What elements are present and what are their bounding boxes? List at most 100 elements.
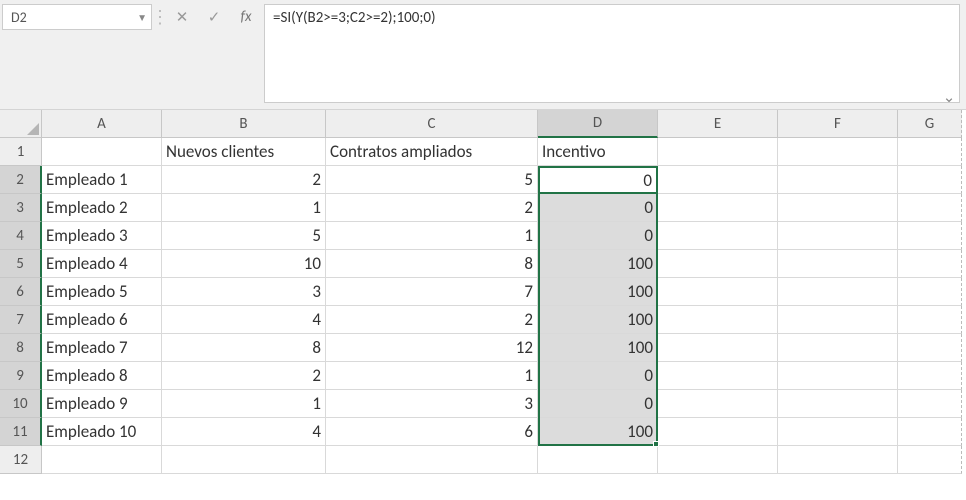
cell-B10[interactable]: 1 — [162, 390, 326, 418]
cell-E11[interactable] — [658, 418, 778, 446]
cell-A2[interactable]: Empleado 1 — [42, 166, 162, 194]
cell-A12[interactable] — [42, 446, 162, 474]
cell-F11[interactable] — [778, 418, 898, 446]
cell-E2[interactable] — [658, 166, 778, 194]
cell-G3[interactable] — [898, 194, 962, 222]
cell-B3[interactable]: 1 — [162, 194, 326, 222]
insert-function-icon[interactable]: fx — [230, 4, 262, 30]
cell-D10[interactable]: 0 — [538, 390, 658, 418]
col-header-F[interactable]: F — [778, 110, 898, 138]
col-header-A[interactable]: A — [42, 110, 162, 138]
cell-B5[interactable]: 10 — [162, 250, 326, 278]
cell-D3[interactable]: 0 — [538, 194, 658, 222]
header-cell-D[interactable]: Incentivo — [538, 138, 658, 166]
cell-B11[interactable]: 4 — [162, 418, 326, 446]
col-header-B[interactable]: B — [162, 110, 326, 138]
cell-G7[interactable] — [898, 306, 962, 334]
cell-G5[interactable] — [898, 250, 962, 278]
row-header-7[interactable]: 7 — [0, 306, 42, 334]
row-header-3[interactable]: 3 — [0, 194, 42, 222]
cell-E7[interactable] — [658, 306, 778, 334]
cell-C8[interactable]: 12 — [326, 334, 538, 362]
cell-F4[interactable] — [778, 222, 898, 250]
cell-D9[interactable]: 0 — [538, 362, 658, 390]
cell-A10[interactable]: Empleado 9 — [42, 390, 162, 418]
cell-F5[interactable] — [778, 250, 898, 278]
cell-D11[interactable]: 100 — [538, 418, 658, 446]
cell-F6[interactable] — [778, 278, 898, 306]
cell-F10[interactable] — [778, 390, 898, 418]
cell-D12[interactable] — [538, 446, 658, 474]
cell-B6[interactable]: 3 — [162, 278, 326, 306]
cell-E6[interactable] — [658, 278, 778, 306]
row-header-5[interactable]: 5 — [0, 250, 42, 278]
cell-E10[interactable] — [658, 390, 778, 418]
cell-C5[interactable]: 8 — [326, 250, 538, 278]
row-header-12[interactable]: 12 — [0, 446, 42, 474]
cell-B2[interactable]: 2 — [162, 166, 326, 194]
cell-E3[interactable] — [658, 194, 778, 222]
header-cell-C[interactable]: Contratos ampliados — [326, 138, 538, 166]
header-cell-E[interactable] — [658, 138, 778, 166]
cell-A6[interactable]: Empleado 5 — [42, 278, 162, 306]
cell-F12[interactable] — [778, 446, 898, 474]
cell-D4[interactable]: 0 — [538, 222, 658, 250]
cell-C2[interactable]: 5 — [326, 166, 538, 194]
row-header-2[interactable]: 2 — [0, 166, 42, 194]
cancel-icon[interactable]: ✕ — [166, 4, 198, 30]
cell-A9[interactable]: Empleado 8 — [42, 362, 162, 390]
cell-C10[interactable]: 3 — [326, 390, 538, 418]
cell-B4[interactable]: 5 — [162, 222, 326, 250]
row-header-11[interactable]: 11 — [0, 418, 42, 446]
cell-B8[interactable]: 8 — [162, 334, 326, 362]
cell-B7[interactable]: 4 — [162, 306, 326, 334]
cell-D6[interactable]: 100 — [538, 278, 658, 306]
cell-G12[interactable] — [898, 446, 962, 474]
splitter[interactable]: ⋮ — [158, 4, 162, 30]
row-header-8[interactable]: 8 — [0, 334, 42, 362]
select-all-corner[interactable] — [0, 110, 42, 138]
cell-C4[interactable]: 1 — [326, 222, 538, 250]
col-header-C[interactable]: C — [326, 110, 538, 138]
expand-formula-bar-icon[interactable]: ⌄ — [939, 90, 959, 104]
cell-C11[interactable]: 6 — [326, 418, 538, 446]
cell-C3[interactable]: 2 — [326, 194, 538, 222]
cell-G6[interactable] — [898, 278, 962, 306]
cell-C7[interactable]: 2 — [326, 306, 538, 334]
cell-G4[interactable] — [898, 222, 962, 250]
cell-A3[interactable]: Empleado 2 — [42, 194, 162, 222]
col-header-D[interactable]: D — [538, 110, 658, 138]
enter-icon[interactable]: ✓ — [198, 4, 230, 30]
cell-A11[interactable]: Empleado 10 — [42, 418, 162, 446]
cell-E4[interactable] — [658, 222, 778, 250]
cell-G10[interactable] — [898, 390, 962, 418]
row-header-1[interactable]: 1 — [0, 138, 42, 166]
cell-C9[interactable]: 1 — [326, 362, 538, 390]
row-header-10[interactable]: 10 — [0, 390, 42, 418]
row-header-6[interactable]: 6 — [0, 278, 42, 306]
cell-A4[interactable]: Empleado 3 — [42, 222, 162, 250]
cell-B12[interactable] — [162, 446, 326, 474]
cell-F8[interactable] — [778, 334, 898, 362]
cell-E5[interactable] — [658, 250, 778, 278]
header-cell-F[interactable] — [778, 138, 898, 166]
formula-input[interactable]: =SI(Y(B2>=3;C2>=2);100;0) ⌄ — [264, 4, 960, 103]
cell-F7[interactable] — [778, 306, 898, 334]
header-cell-A[interactable] — [42, 138, 162, 166]
cell-D7[interactable]: 100 — [538, 306, 658, 334]
cell-D5[interactable]: 100 — [538, 250, 658, 278]
cell-G11[interactable] — [898, 418, 962, 446]
cell-C12[interactable] — [326, 446, 538, 474]
cell-E8[interactable] — [658, 334, 778, 362]
cell-G8[interactable] — [898, 334, 962, 362]
active-cell[interactable]: 0 — [538, 166, 658, 194]
row-header-9[interactable]: 9 — [0, 362, 42, 390]
cell-A7[interactable]: Empleado 6 — [42, 306, 162, 334]
col-header-E[interactable]: E — [658, 110, 778, 138]
cell-F9[interactable] — [778, 362, 898, 390]
cell-F2[interactable] — [778, 166, 898, 194]
name-box-dropdown-icon[interactable]: ▼ — [137, 11, 147, 24]
cell-E12[interactable] — [658, 446, 778, 474]
cell-D8[interactable]: 100 — [538, 334, 658, 362]
row-header-4[interactable]: 4 — [0, 222, 42, 250]
